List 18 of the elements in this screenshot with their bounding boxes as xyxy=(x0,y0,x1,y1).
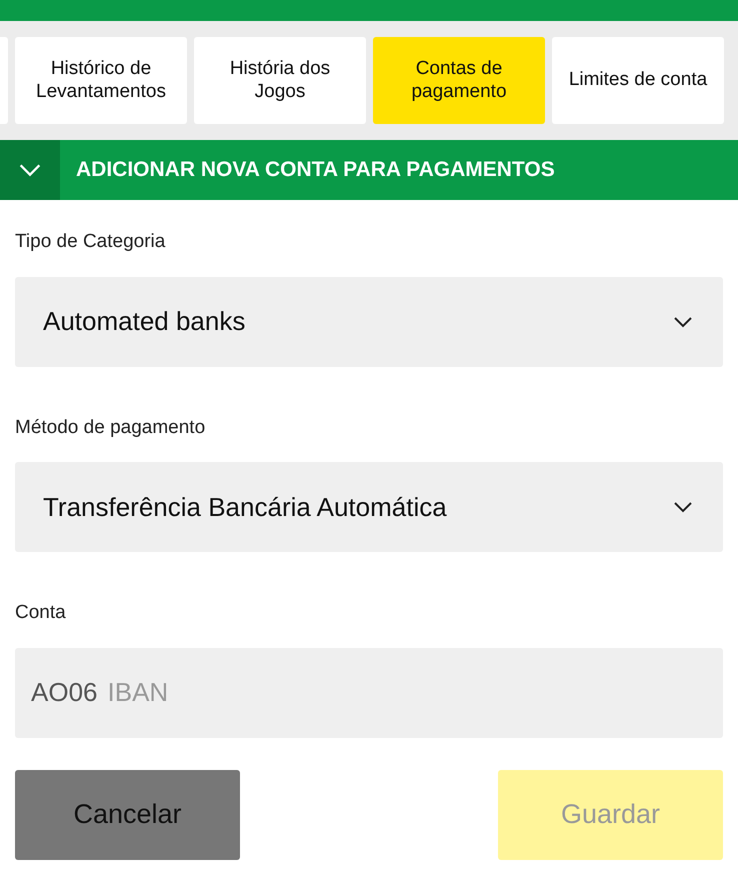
tab[interactable]: Contas de pagamento xyxy=(373,37,545,124)
tab[interactable]: História dos Jogos xyxy=(194,37,366,124)
chevron-down-icon xyxy=(673,501,693,513)
tab[interactable]: Histórico de Levantamentos xyxy=(15,37,187,124)
field-label: Método de pagamento xyxy=(15,416,206,440)
input-field[interactable]: AO06 IBAN xyxy=(15,648,723,738)
chevron-down-icon xyxy=(18,163,42,177)
section-title: ADICIONAR NOVA CONTA PARA PAGAMENTOS xyxy=(75,157,555,184)
collapse-toggle[interactable] xyxy=(0,140,60,200)
field-label: Tipo de Categoria xyxy=(15,230,166,254)
chevron-down-icon xyxy=(673,316,693,328)
select-field[interactable]: Automated banks xyxy=(15,276,723,366)
prefix-text: AO06 xyxy=(31,676,98,709)
select-field[interactable]: Transferência Bancária Automática xyxy=(15,462,723,552)
text-input[interactable]: IBAN xyxy=(98,672,707,713)
cancel-button[interactable]: Cancelar xyxy=(15,770,240,860)
tab[interactable]: Limites de conta xyxy=(552,37,724,124)
field-label: Conta xyxy=(15,601,67,625)
